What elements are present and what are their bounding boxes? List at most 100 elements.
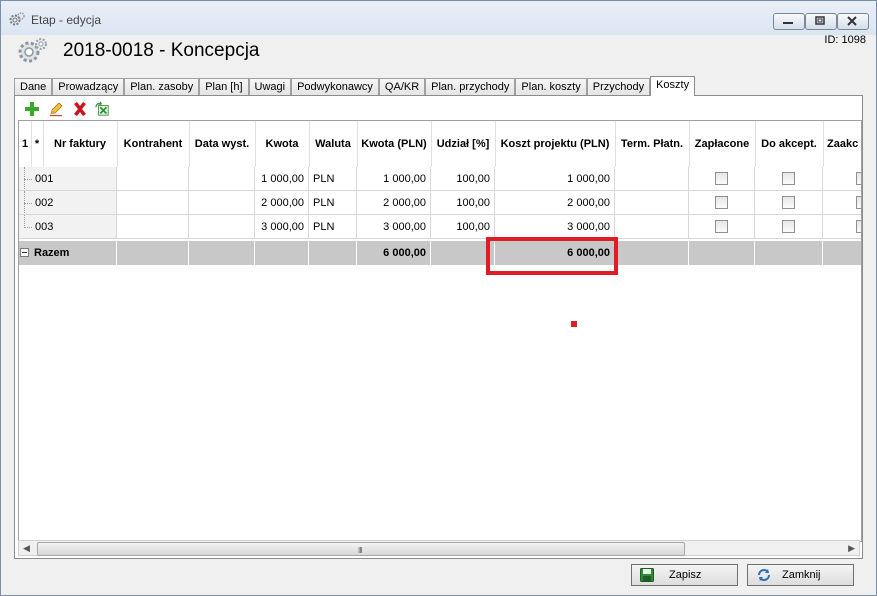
summary-kwota-pln: 6 000,00 bbox=[357, 241, 431, 265]
close-button[interactable]: Zamknij bbox=[747, 564, 854, 586]
scrollbar-grip: III bbox=[358, 546, 363, 555]
cell-kwota-pln[interactable]: 3 000,00 bbox=[357, 215, 431, 239]
tab-koszty[interactable]: Koszty bbox=[650, 76, 696, 96]
col-header-koszt-projektu[interactable]: Koszt projektu (PLN) bbox=[495, 121, 616, 167]
do-akcept-checkbox[interactable] bbox=[782, 171, 795, 185]
title-bar: Etap - edycja bbox=[1, 1, 876, 35]
edit-window: Etap - edycja 2018-0018 - Koncepcja ID: … bbox=[0, 0, 877, 596]
cell-term-platn[interactable] bbox=[615, 167, 689, 191]
col-header-kwota[interactable]: Kwota bbox=[255, 121, 310, 167]
phase-gear-icon bbox=[18, 38, 47, 63]
cell-data-wyst[interactable] bbox=[189, 167, 255, 191]
save-icon bbox=[640, 568, 654, 582]
cell-nr-faktury[interactable]: 002 bbox=[35, 191, 53, 214]
cell-udzial[interactable]: 100,00 bbox=[431, 167, 495, 191]
cell-koszt-projektu[interactable]: 1 000,00 bbox=[495, 167, 615, 191]
cell-data-wyst[interactable] bbox=[189, 191, 255, 215]
cell-kontrahent[interactable] bbox=[117, 191, 189, 215]
tab-plan-przychody[interactable]: Plan. przychody bbox=[425, 78, 516, 96]
cell-nr-faktury[interactable]: 001 bbox=[35, 167, 53, 190]
zaakc-checkbox[interactable] bbox=[856, 219, 861, 233]
col-header-zaplacone[interactable]: Zapłacone bbox=[689, 121, 756, 167]
tab-content-koszty: 1 * Nr faktury Kontrahent Data wyst. Kwo… bbox=[14, 95, 863, 559]
col-header-udzial[interactable]: Udział [%] bbox=[431, 121, 496, 167]
zaakc-checkbox[interactable] bbox=[856, 171, 861, 185]
delete-icon[interactable] bbox=[72, 101, 88, 117]
window-title: Etap - edycja bbox=[31, 13, 102, 27]
tab-strip: Dane Prowadzący Plan. zasoby Plan [h] Uw… bbox=[14, 76, 696, 96]
col-header-do-akcept[interactable]: Do akcept. bbox=[755, 121, 824, 167]
record-id: ID: 1098 bbox=[824, 34, 866, 46]
close-window-button[interactable] bbox=[837, 13, 869, 30]
close-icon bbox=[847, 16, 857, 26]
table-row[interactable]: 002 2 000,00 PLN 2 000,00 100,00 2 000,0… bbox=[19, 191, 861, 215]
cell-data-wyst[interactable] bbox=[189, 215, 255, 239]
cell-udzial[interactable]: 100,00 bbox=[431, 191, 495, 215]
save-label: Zapisz bbox=[669, 569, 702, 581]
scrollbar-thumb[interactable]: III bbox=[37, 542, 685, 556]
cell-kwota[interactable]: 2 000,00 bbox=[255, 191, 309, 215]
col-header-term-platn[interactable]: Term. Płatn. bbox=[615, 121, 690, 167]
edit-icon[interactable] bbox=[48, 101, 64, 117]
summary-label: Razem bbox=[34, 247, 70, 259]
cell-kwota-pln[interactable]: 2 000,00 bbox=[357, 191, 431, 215]
col-header-waluta[interactable]: Waluta bbox=[309, 121, 358, 167]
tab-plan-koszty[interactable]: Plan. koszty bbox=[515, 78, 587, 96]
highlight-box bbox=[486, 237, 618, 275]
zaplacone-checkbox[interactable] bbox=[715, 171, 728, 185]
summary-row[interactable]: Razem 6 000,00 6 000,00 bbox=[19, 241, 861, 265]
minimize-icon bbox=[783, 22, 793, 24]
zaakc-checkbox[interactable] bbox=[856, 195, 861, 209]
minimize-button[interactable] bbox=[773, 13, 805, 30]
annotation-dot bbox=[571, 321, 577, 327]
col-header-nr-faktury[interactable]: Nr faktury bbox=[43, 121, 118, 167]
cell-kwota[interactable]: 1 000,00 bbox=[255, 167, 309, 191]
zaplacone-checkbox[interactable] bbox=[715, 219, 728, 233]
cell-kwota-pln[interactable]: 1 000,00 bbox=[357, 167, 431, 191]
close-label: Zamknij bbox=[782, 569, 821, 581]
tab-plan-zasoby[interactable]: Plan. zasoby bbox=[124, 78, 200, 96]
cell-kwota[interactable]: 3 000,00 bbox=[255, 215, 309, 239]
cell-waluta[interactable]: PLN bbox=[309, 167, 357, 191]
tab-prowadzacy[interactable]: Prowadzący bbox=[52, 78, 125, 96]
cell-kontrahent[interactable] bbox=[117, 167, 189, 191]
cell-nr-faktury[interactable]: 003 bbox=[35, 215, 53, 238]
col-header-kwota-pln[interactable]: Kwota (PLN) bbox=[357, 121, 432, 167]
cell-koszt-projektu[interactable]: 3 000,00 bbox=[495, 215, 615, 239]
cell-waluta[interactable]: PLN bbox=[309, 191, 357, 215]
zaplacone-checkbox[interactable] bbox=[715, 195, 728, 209]
tab-plan-h[interactable]: Plan [h] bbox=[199, 78, 249, 96]
tab-podwykonawcy[interactable]: Podwykonawcy bbox=[291, 78, 379, 96]
refresh-icon bbox=[758, 569, 770, 581]
collapse-icon[interactable] bbox=[20, 248, 29, 257]
tab-przychody[interactable]: Przychody bbox=[586, 78, 651, 96]
scroll-right-icon[interactable]: ▶ bbox=[848, 543, 855, 554]
do-akcept-checkbox[interactable] bbox=[782, 195, 795, 209]
cost-grid: 1 * Nr faktury Kontrahent Data wyst. Kwo… bbox=[18, 120, 862, 542]
excel-export-icon[interactable] bbox=[94, 101, 110, 117]
save-button[interactable]: Zapisz bbox=[631, 564, 738, 586]
horizontal-scrollbar[interactable]: ◀ III ▶ bbox=[18, 540, 860, 556]
table-row[interactable]: 003 3 000,00 PLN 3 000,00 100,00 3 000,0… bbox=[19, 215, 861, 239]
col-header-data-wyst[interactable]: Data wyst. bbox=[189, 121, 256, 167]
page-title: 2018-0018 - Koncepcja bbox=[63, 40, 260, 61]
cell-waluta[interactable]: PLN bbox=[309, 215, 357, 239]
grid-toolbar bbox=[15, 96, 862, 120]
col-header-kontrahent[interactable]: Kontrahent bbox=[117, 121, 190, 167]
add-icon[interactable] bbox=[24, 101, 40, 117]
table-row[interactable]: 001 1 000,00 PLN 1 000,00 100,00 1 000,0… bbox=[19, 167, 861, 191]
grid-header-row: 1 * Nr faktury Kontrahent Data wyst. Kwo… bbox=[19, 121, 861, 167]
maximize-button[interactable] bbox=[805, 13, 837, 30]
do-akcept-checkbox[interactable] bbox=[782, 219, 795, 233]
tab-qa-kr[interactable]: QA/KR bbox=[378, 78, 426, 96]
restore-icon bbox=[815, 16, 825, 25]
cell-udzial[interactable]: 100,00 bbox=[431, 215, 495, 239]
col-header-zaakc[interactable]: Zaakc bbox=[823, 121, 861, 167]
scroll-left-icon[interactable]: ◀ bbox=[23, 543, 30, 554]
cell-term-platn[interactable] bbox=[615, 191, 689, 215]
cell-kontrahent[interactable] bbox=[117, 215, 189, 239]
tab-dane[interactable]: Dane bbox=[14, 78, 53, 96]
cell-koszt-projektu[interactable]: 2 000,00 bbox=[495, 191, 615, 215]
cell-term-platn[interactable] bbox=[615, 215, 689, 239]
tab-uwagi[interactable]: Uwagi bbox=[248, 78, 292, 96]
